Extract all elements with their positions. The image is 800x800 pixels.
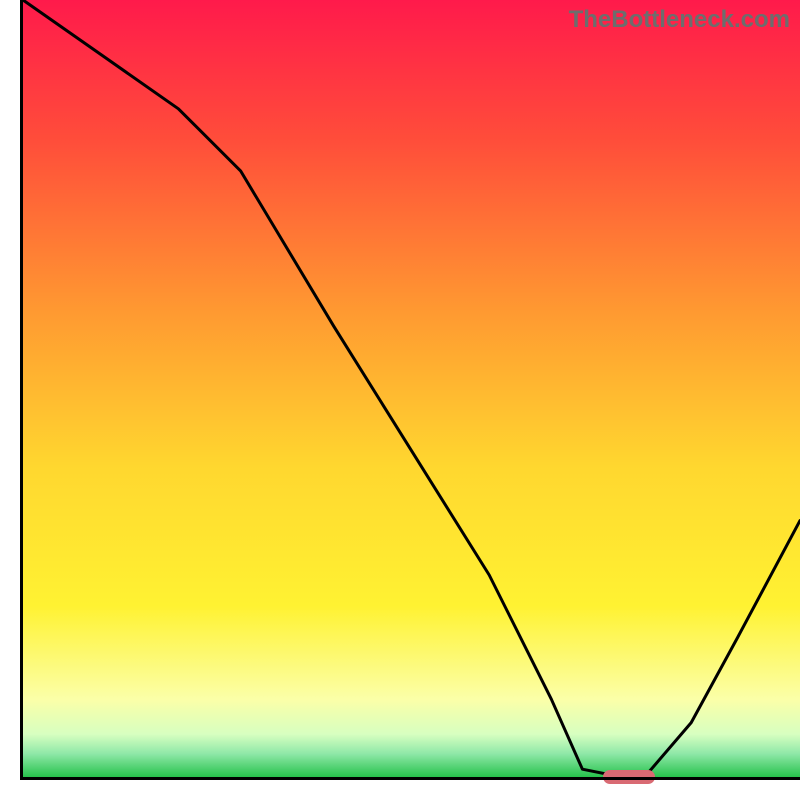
x-axis [20,777,800,780]
chart-frame: TheBottleneck.com [0,0,800,800]
gradient-background [23,0,800,777]
watermark-label: TheBottleneck.com [569,6,790,34]
plot-area [23,0,800,777]
plot-svg [23,0,800,777]
y-axis [20,0,23,780]
